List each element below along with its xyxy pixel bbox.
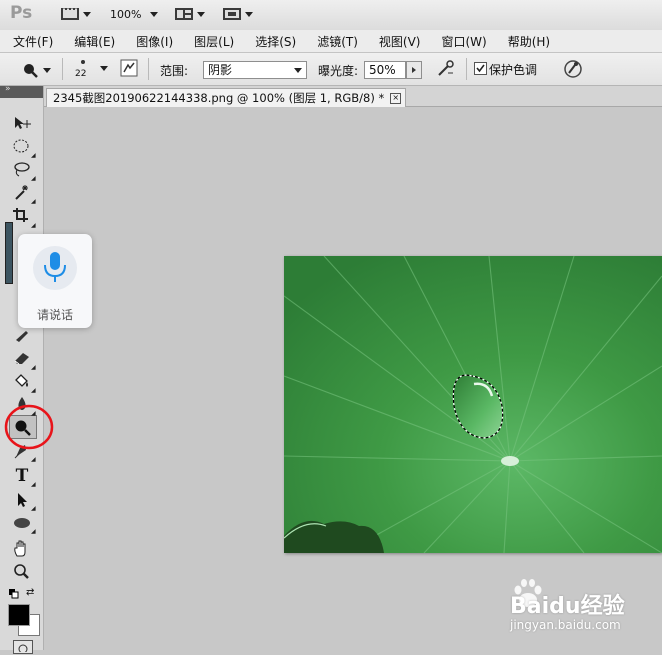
tablet-pressure-button[interactable] [562, 58, 584, 83]
submenu-icon: ◢ [31, 528, 36, 535]
menu-help[interactable]: 帮助(H) [495, 33, 558, 50]
canvas-image[interactable] [284, 256, 662, 553]
menu-view[interactable]: 视图(V) [366, 33, 429, 50]
submenu-icon: ◢ [31, 505, 36, 512]
chevron-down-icon [197, 11, 205, 17]
layout-icon [175, 8, 193, 20]
quick-mask-button[interactable] [13, 640, 33, 654]
app-logo: Ps [10, 3, 33, 23]
chevron-down-icon [43, 67, 51, 73]
range-label: 范围: [160, 64, 189, 78]
hand-tool[interactable] [9, 538, 35, 560]
divider [466, 58, 467, 80]
document-tab-title: 2345截图20190622144338.png @ 100% (图层 1, R… [53, 91, 385, 105]
pressure-icon [564, 60, 582, 78]
default-colors-icon [9, 589, 19, 599]
menu-bar: 文件(F) 编辑(E) 图像(I) 图层(L) 选择(S) 滤镜(T) 视图(V… [0, 30, 662, 53]
swap-colors-button[interactable]: ⇄ [26, 587, 34, 598]
move-tool[interactable] [9, 112, 35, 134]
brush-picker[interactable]: 22 [72, 57, 112, 83]
exposure-label: 曝光度: [318, 64, 359, 78]
chevron-down-icon [245, 11, 253, 17]
clone-stamp-tool[interactable] [9, 325, 35, 347]
quick-mask-icon [18, 644, 28, 654]
range-select[interactable]: 阴影 [203, 61, 307, 79]
submenu-icon: ◢ [31, 198, 36, 205]
airbrush-button[interactable] [436, 60, 456, 81]
collapse-icon: » [5, 84, 11, 94]
voice-popup-label: 请说话 [36, 308, 73, 322]
swap-arrow-icon: ⇄ [26, 587, 35, 598]
chevron-down-icon [83, 11, 91, 17]
divider [62, 58, 63, 80]
foreground-color-swatch[interactable] [8, 604, 30, 626]
exposure-slider-button[interactable] [406, 61, 422, 79]
arrange-documents-button[interactable] [174, 6, 205, 22]
stamp-icon [16, 331, 28, 342]
screen-mode-button[interactable] [222, 6, 253, 22]
close-icon[interactable]: × [390, 92, 402, 104]
screen-mode-icon [223, 8, 241, 20]
zoom-tool[interactable] [9, 561, 35, 583]
exposure-input[interactable]: 50% [364, 61, 406, 79]
checkmark-icon [476, 64, 485, 73]
document-tab[interactable]: 2345截图20190622144338.png @ 100% (图层 1, R… [46, 88, 407, 107]
default-colors-button[interactable] [9, 588, 19, 602]
menu-select[interactable]: 选择(S) [242, 33, 304, 50]
protect-tones-label: 保护色调 [489, 63, 538, 77]
airbrush-icon [438, 60, 454, 76]
lasso-icon [14, 162, 30, 177]
menu-filter[interactable]: 滤镜(T) [304, 33, 366, 50]
ellipse-marquee-icon [13, 139, 29, 153]
chevron-down-icon [294, 68, 302, 73]
chevron-down-icon [150, 12, 159, 17]
zoom-level-dropdown[interactable]: 100% [110, 8, 159, 21]
triangle-right-icon [412, 67, 416, 73]
menu-edit[interactable]: 编辑(E) [61, 33, 123, 50]
watermark-url: jingyan.baidu.com [510, 618, 621, 632]
arrow-pointer-icon [18, 493, 27, 507]
lotus-leaf-image [284, 256, 662, 553]
hand-icon [14, 540, 26, 557]
crop-icon [13, 208, 28, 222]
highlight-circle [4, 404, 54, 450]
magnifier-icon [14, 564, 29, 579]
voice-input-popup[interactable]: 请说话 [18, 234, 92, 328]
submenu-icon: ◢ [31, 222, 36, 229]
brush-size: 22 [75, 69, 87, 79]
protect-tones-checkbox[interactable] [474, 62, 487, 75]
brush-tip-icon [81, 60, 85, 64]
menu-window[interactable]: 窗口(W) [428, 33, 494, 50]
launch-bridge-button[interactable] [60, 6, 91, 22]
submenu-icon: ◢ [31, 152, 36, 159]
ellipse-icon [14, 518, 30, 528]
brush-panel-icon [120, 59, 138, 77]
submenu-icon: ◢ [31, 387, 36, 394]
chevron-down-icon [100, 66, 108, 71]
menu-file[interactable]: 文件(F) [0, 33, 61, 50]
divider [148, 58, 149, 80]
film-icon [61, 8, 79, 20]
zoom-level-value: 100% [110, 8, 142, 21]
microphone-icon [33, 246, 77, 290]
magic-wand-icon [15, 185, 28, 200]
side-handle[interactable] [5, 222, 13, 284]
burn-icon [24, 64, 38, 78]
paint-bucket-icon [15, 374, 28, 387]
app-bar: Ps 100% [0, 0, 662, 31]
move-icon [15, 117, 31, 129]
tools-panel-header[interactable]: » [0, 84, 43, 98]
eraser-icon [14, 353, 29, 365]
watermark-title: Baidu经验 [510, 594, 625, 619]
submenu-icon: ◢ [31, 175, 36, 182]
range-value: 阴影 [208, 63, 233, 77]
brush-panel-button[interactable] [120, 59, 138, 80]
menu-layer[interactable]: 图层(L) [181, 33, 242, 50]
submenu-icon: ◢ [31, 456, 36, 463]
menu-image[interactable]: 图像(I) [123, 33, 181, 50]
tool-preset-picker[interactable] [22, 62, 51, 78]
submenu-icon: ◢ [31, 481, 36, 488]
submenu-icon: ◢ [31, 364, 36, 371]
